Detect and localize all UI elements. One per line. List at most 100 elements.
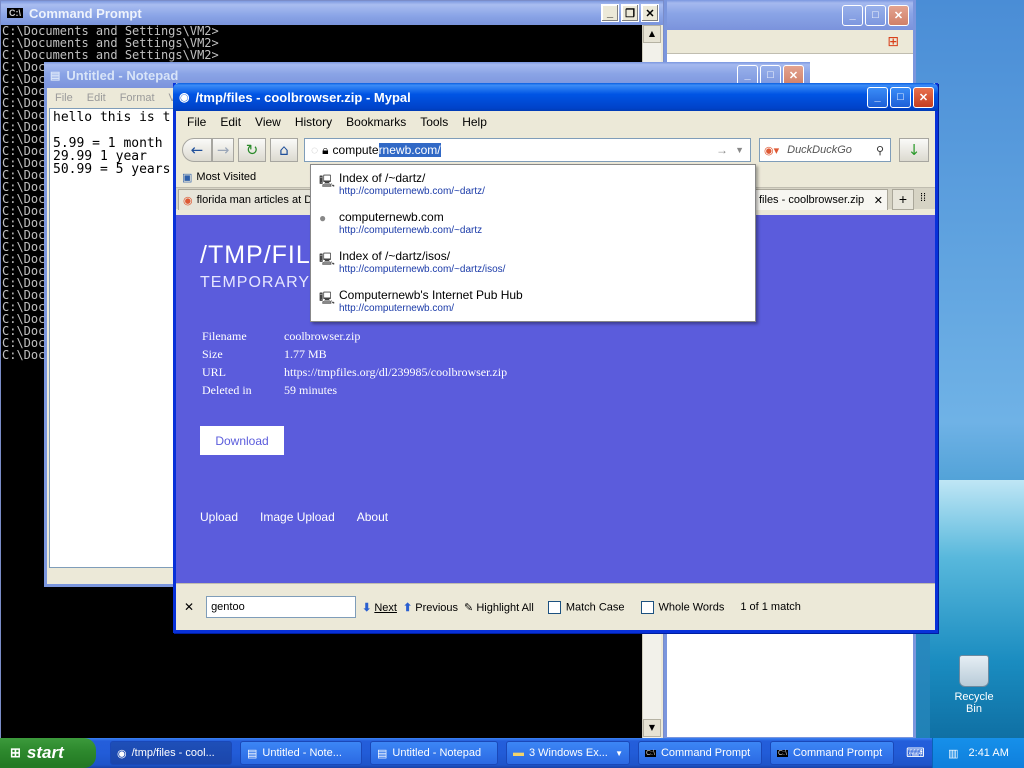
menu-file[interactable]: File xyxy=(180,115,213,129)
menu-help[interactable]: Help xyxy=(455,115,494,129)
back-button[interactable]: ← xyxy=(182,138,212,162)
tab-grid-icon[interactable]: ⁞⁞ xyxy=(920,192,926,204)
dropdown-item[interactable]: 🖳︎ Index of /~dartz/isos/ http://compute… xyxy=(311,243,755,282)
network-icon[interactable]: ▥ xyxy=(948,747,958,760)
scroll-down-arrow-icon[interactable]: ▼ xyxy=(643,719,661,737)
cmd-line: C:\Documents and Settings\VM2> xyxy=(2,48,219,62)
site-identity-icon: ◌ xyxy=(311,143,319,157)
find-previous-button[interactable]: ⬆ Previous xyxy=(403,601,458,614)
info-row-size: Size 1.77 MB xyxy=(202,347,507,365)
find-bar: ✕ gentoo ⬇ Next ⬆ Previous ✎ Highlight A… xyxy=(176,583,935,630)
taskbar-item-cmd-2[interactable]: C:\ Command Prompt xyxy=(770,741,894,765)
about-link[interactable]: About xyxy=(357,510,388,524)
browser-title: /tmp/files - coolbrowser.zip - Mypal xyxy=(195,89,411,105)
up-arrow-icon: ⬆ xyxy=(402,601,413,614)
find-input[interactable]: gentoo xyxy=(206,596,357,618)
image-upload-link[interactable]: Image Upload xyxy=(260,510,335,524)
info-row-filename: Filename coolbrowser.zip xyxy=(202,329,507,347)
url-autocomplete-dropdown: 🖳︎ Index of /~dartz/ http://computernewb… xyxy=(310,164,756,322)
system-tray: ▥ 2:41 AM xyxy=(932,738,1024,768)
whole-words-checkbox[interactable]: Whole Words xyxy=(640,600,724,614)
menu-edit[interactable]: Edit xyxy=(87,92,106,104)
reload-button[interactable]: ↻ xyxy=(238,138,266,162)
menu-file[interactable]: File xyxy=(55,92,73,104)
server-icon: 🖳︎ xyxy=(319,252,336,266)
dropdown-item[interactable]: 🖳︎ Computernewb's Internet Pub Hub http:… xyxy=(311,282,755,321)
info-key: Filename xyxy=(202,329,247,343)
info-value: 1.77 MB xyxy=(284,347,327,361)
cmd-titlebar[interactable]: C:\ Command Prompt _ ❐ ✕ xyxy=(1,1,663,25)
taskbar-item-label: Command Prompt xyxy=(660,747,751,759)
menu-bookmarks[interactable]: Bookmarks xyxy=(339,115,413,129)
maximize-button[interactable]: □ xyxy=(890,86,911,108)
minimize-button[interactable]: _ xyxy=(601,4,619,22)
bg-window-titlebar[interactable]: _ □ ✕ xyxy=(667,0,913,30)
recycle-bin-shortcut[interactable]: Recycle Bin xyxy=(946,655,1002,715)
menu-view[interactable]: View xyxy=(248,115,288,129)
close-findbar-icon[interactable]: ✕ xyxy=(184,600,194,614)
highlight-all-button[interactable]: ✎ Highlight All xyxy=(464,601,534,614)
tab-tmp-files[interactable]: files - coolbrowser.zip ✕ xyxy=(754,189,888,210)
download-arrow-icon[interactable]: ↓ xyxy=(899,138,929,162)
url-dropdown-icon[interactable]: ▼ xyxy=(735,145,744,155)
mypal-logo-icon: ◉ xyxy=(179,90,190,104)
find-status: 1 of 1 match xyxy=(740,601,801,613)
minimize-button[interactable]: _ xyxy=(842,4,863,26)
most-visited-link[interactable]: Most Visited xyxy=(196,171,256,183)
search-box[interactable]: ◉▾ DuckDuckGo ⚲ xyxy=(759,138,891,162)
taskbar: ⊞ start ◉ /tmp/files - cool... ▤ Untitled … xyxy=(0,738,1024,768)
match-case-checkbox[interactable]: Match Case xyxy=(547,600,625,614)
windows-flag-icon: ⊞ xyxy=(10,745,21,760)
most-visited-icon: ▣ xyxy=(182,171,193,184)
menu-tools[interactable]: Tools xyxy=(413,115,455,129)
dropdown-item-url: http://computernewb.com/~dartz/isos/ xyxy=(339,264,506,275)
home-button[interactable]: ⌂ xyxy=(270,138,298,162)
browser-menubar: File Edit View History Bookmarks Tools H… xyxy=(176,111,935,133)
url-bar[interactable]: ◌ 🔒︎ compute rnewb.com/ → ▼ xyxy=(304,138,751,162)
taskbar-item-label: Untitled - Notepad xyxy=(392,747,482,759)
cmd-icon: C:\ xyxy=(645,749,656,757)
close-button[interactable]: ✕ xyxy=(913,86,934,108)
go-arrow-icon[interactable]: → xyxy=(716,143,728,157)
match-case-label: Match Case xyxy=(565,600,625,613)
upload-link[interactable]: Upload xyxy=(200,510,238,524)
minimize-button[interactable]: _ xyxy=(867,86,888,108)
browser-titlebar[interactable]: ◉ /tmp/files - coolbrowser.zip - Mypal _… xyxy=(173,83,938,111)
notepad-title: Untitled - Notepad xyxy=(66,67,179,83)
menu-history[interactable]: History xyxy=(288,115,339,129)
download-button[interactable]: Download xyxy=(200,426,284,455)
maximize-button[interactable]: □ xyxy=(865,4,886,26)
close-tab-icon[interactable]: ✕ xyxy=(874,194,883,207)
menu-edit[interactable]: Edit xyxy=(213,115,248,129)
clock[interactable]: 2:41 AM xyxy=(969,747,1009,759)
dropdown-item-url: http://computernewb.com/~dartz/ xyxy=(339,186,485,197)
menu-format[interactable]: Format xyxy=(120,92,155,104)
navigation-toolbar: ← → ↻ ⌂ ◌ 🔒︎ compute rnewb.com/ → ▼ ◉▾ Du… xyxy=(176,133,935,167)
forward-button[interactable]: → xyxy=(212,138,234,162)
dropdown-item[interactable]: 🖳︎ Index of /~dartz/ http://computernewb… xyxy=(311,165,755,204)
taskbar-item-notepad-2[interactable]: ▤ Untitled - Notepad xyxy=(370,741,498,765)
url-typed-text: compute xyxy=(332,143,379,157)
bg-window-toolbar: ⊞ xyxy=(667,30,913,54)
keyboard-icon[interactable]: ⌨ xyxy=(906,745,925,761)
search-placeholder: DuckDuckGo xyxy=(787,144,852,156)
new-tab-button[interactable]: + xyxy=(892,189,914,210)
dropdown-item[interactable]: ● computernewb.com http://computernewb.c… xyxy=(311,204,755,243)
search-icon[interactable]: ⚲ xyxy=(876,144,884,157)
close-button[interactable]: ✕ xyxy=(641,4,659,22)
server-icon: 🖳︎ xyxy=(319,291,336,305)
taskbar-item-explorer-group[interactable]: ▬ 3 Windows Ex... ▼ xyxy=(506,741,630,765)
taskbar-item-browser[interactable]: ◉ /tmp/files - cool... xyxy=(110,741,232,765)
start-button[interactable]: ⊞ start xyxy=(0,738,96,768)
find-previous-label: Previous xyxy=(415,601,459,614)
restore-button[interactable]: ❐ xyxy=(621,4,639,22)
taskbar-item-cmd[interactable]: C:\ Command Prompt xyxy=(638,741,762,765)
close-button[interactable]: ✕ xyxy=(888,4,909,26)
windows-flag-icon: ⊞ xyxy=(887,34,899,50)
taskbar-item-notepad[interactable]: ▤ Untitled - Note... xyxy=(240,741,362,765)
find-next-button[interactable]: ⬇ Next xyxy=(362,601,397,614)
footer-links: Upload Image Upload About xyxy=(200,510,388,524)
scroll-up-arrow-icon[interactable]: ▲ xyxy=(643,25,661,43)
info-value-link[interactable]: https://tmpfiles.org/dl/239985/coolbrows… xyxy=(284,365,507,383)
down-arrow-icon: ⬇ xyxy=(362,601,372,614)
